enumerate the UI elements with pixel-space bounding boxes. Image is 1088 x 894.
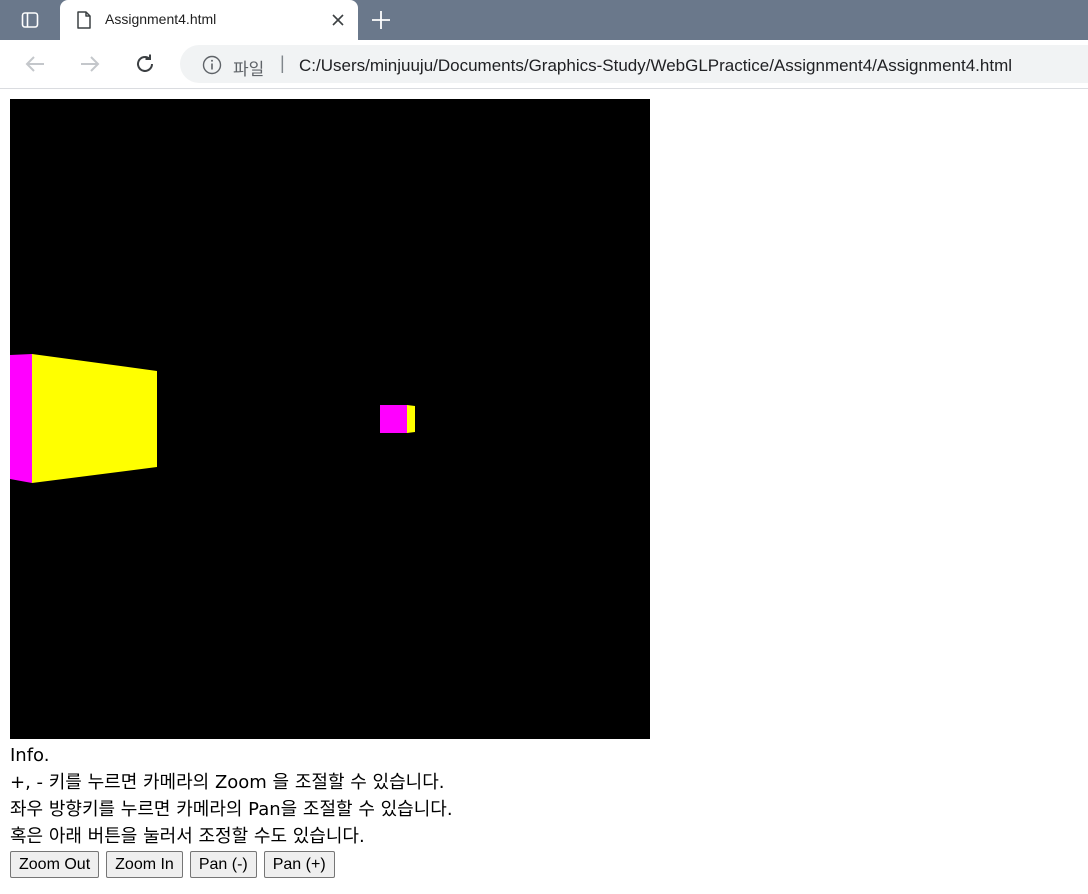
separator: | (280, 53, 285, 73)
info-line-buttons: 혹은 아래 버튼을 눌러서 조정할 수도 있습니다. (10, 826, 365, 847)
url-text[interactable]: C:/Users/minjuuju/Documents/Graphics-Stu… (299, 56, 1012, 76)
close-icon[interactable] (330, 12, 346, 28)
pan-plus-button[interactable]: Pan (+) (263, 851, 335, 878)
info-icon[interactable] (202, 55, 222, 75)
file-icon (76, 11, 92, 29)
back-arrow-icon[interactable] (23, 52, 47, 76)
info-section: Info. +, - 키를 누르면 카메라의 Zoom 을 조절할 수 있습니다… (10, 742, 453, 850)
camera-controls: Zoom Out Zoom In Pan (-) Pan (+) (10, 851, 335, 878)
info-heading: Info. (10, 745, 50, 766)
tab-strip: Assignment4.html (0, 0, 1088, 40)
tab-actions-icon[interactable] (8, 7, 52, 33)
reload-icon[interactable] (133, 52, 157, 76)
browser-toolbar: 파일 | C:/Users/minjuuju/Documents/Graphic… (0, 40, 1088, 89)
zoom-out-button[interactable]: Zoom Out (10, 851, 100, 878)
large-cube-side-face (10, 354, 32, 483)
info-line-zoom: +, - 키를 누르면 카메라의 Zoom 을 조절할 수 있습니다. (10, 772, 445, 793)
plus-icon[interactable] (370, 9, 392, 31)
tab-title: Assignment4.html (105, 11, 217, 27)
info-line-pan: 좌우 방향키를 누르면 카메라의 Pan을 조절할 수 있습니다. (10, 799, 453, 820)
scheme-label: 파일 (233, 60, 265, 80)
browser-tab[interactable]: Assignment4.html (60, 0, 358, 40)
pan-minus-button[interactable]: Pan (-) (189, 851, 257, 878)
small-cube-front-face (407, 405, 415, 433)
zoom-in-button[interactable]: Zoom In (106, 851, 183, 878)
address-bar[interactable]: 파일 | C:/Users/minjuuju/Documents/Graphic… (180, 45, 1088, 83)
webgl-canvas[interactable] (10, 99, 650, 739)
forward-arrow-icon[interactable] (78, 52, 102, 76)
large-cube-front-face (32, 354, 157, 483)
small-cube-side-face (380, 405, 407, 433)
